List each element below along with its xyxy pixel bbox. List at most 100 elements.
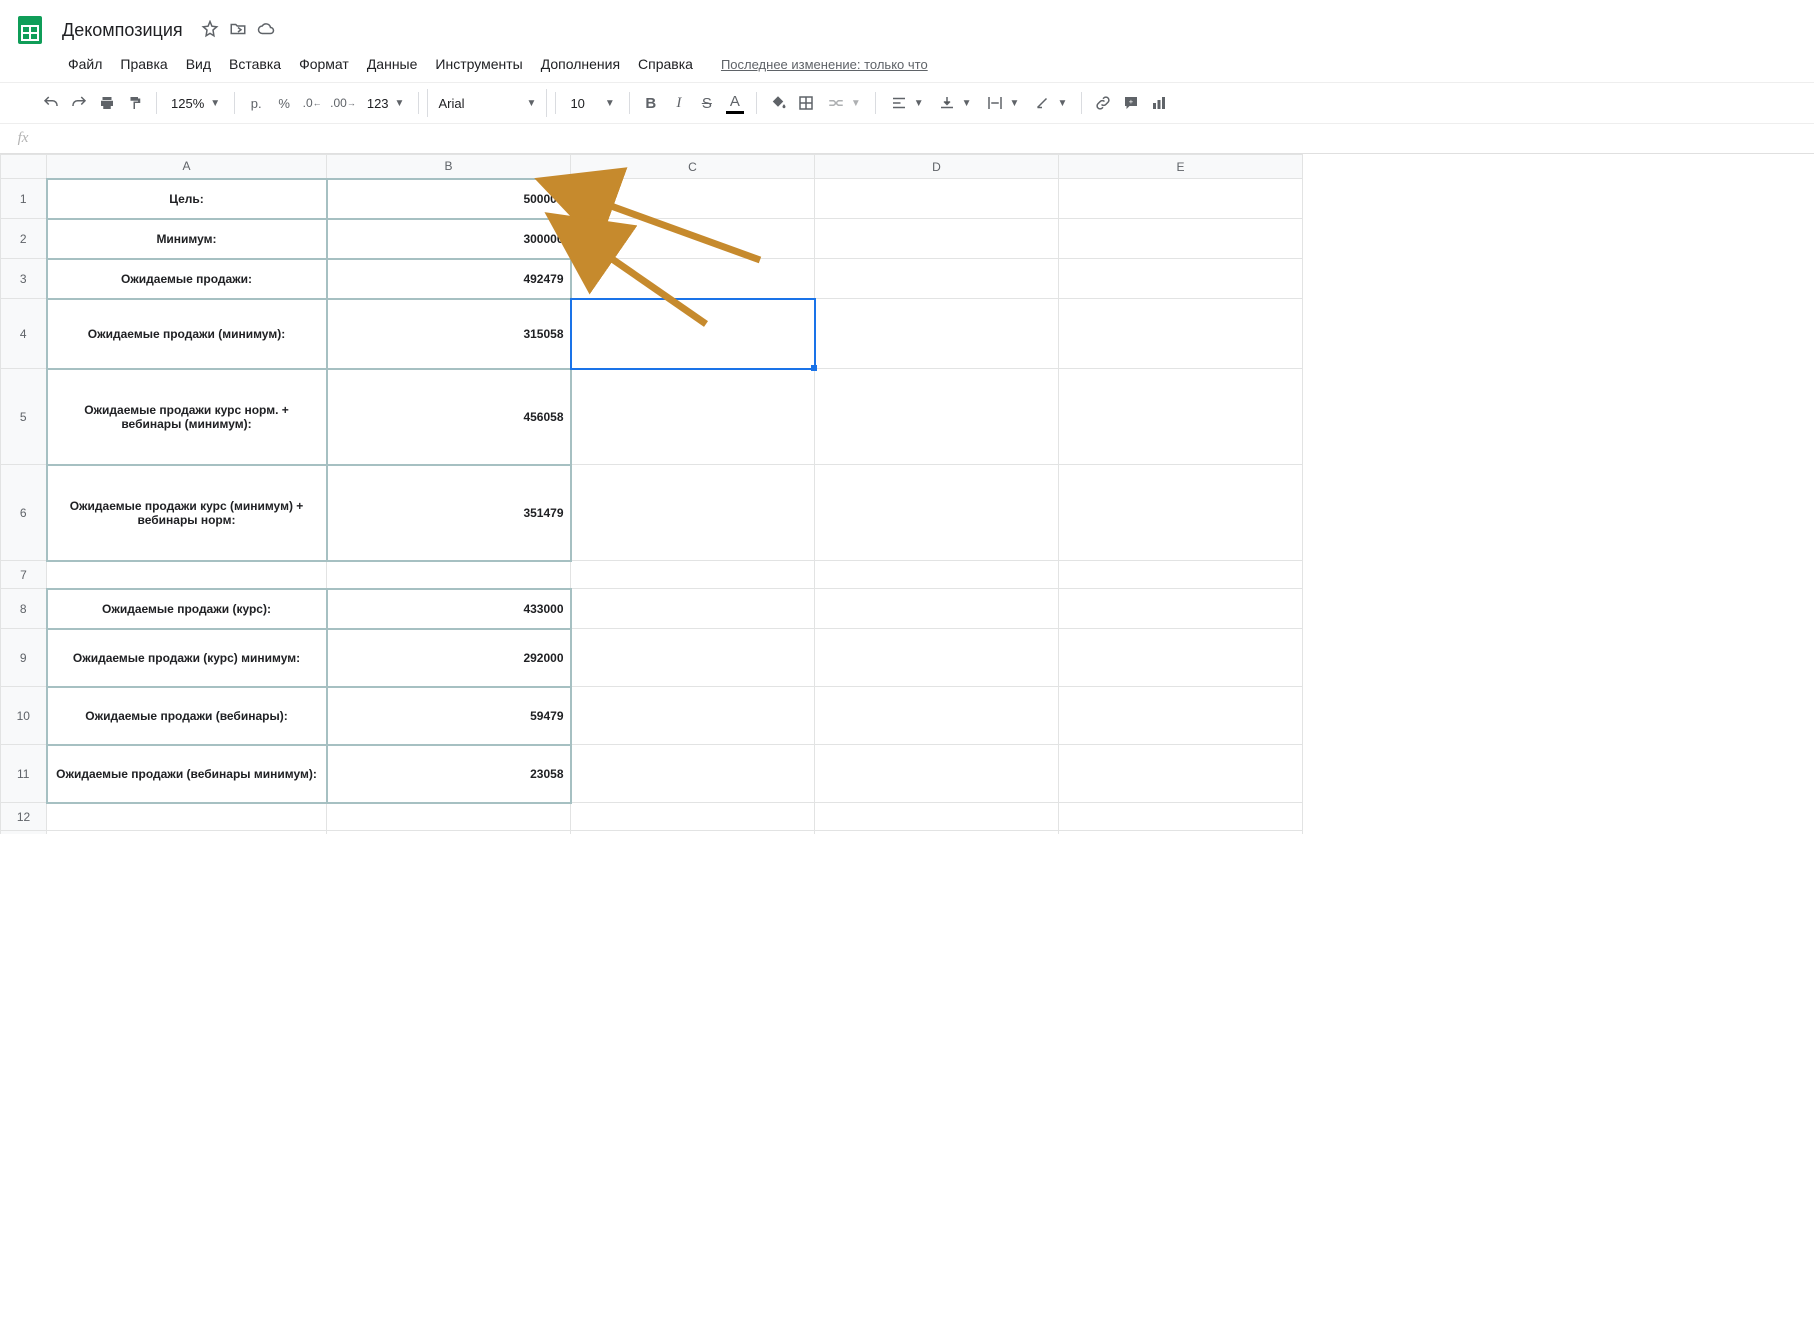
cell-a5[interactable]: Ожидаемые продажи курс норм. + вебинары … (47, 369, 327, 465)
cell-a2[interactable]: Минимум: (47, 219, 327, 259)
cell-d13[interactable] (815, 831, 1059, 835)
cell-c4[interactable] (571, 299, 815, 369)
col-header-a[interactable]: A (47, 155, 327, 179)
cell-d5[interactable] (815, 369, 1059, 465)
cell-d10[interactable] (815, 687, 1059, 745)
menu-view[interactable]: Вид (178, 52, 219, 76)
decrease-decimal-button[interactable]: .0← (299, 89, 325, 117)
cell-a6[interactable]: Ожидаемые продажи курс (минимум) + вебин… (47, 465, 327, 561)
cell-a7[interactable] (47, 561, 327, 589)
cell-a13[interactable] (47, 831, 327, 835)
cell-e5[interactable] (1059, 369, 1303, 465)
cell-d6[interactable] (815, 465, 1059, 561)
text-color-button[interactable]: A (722, 89, 748, 117)
row-header[interactable]: 5 (1, 369, 47, 465)
cell-a12[interactable] (47, 803, 327, 831)
valign-button[interactable]: ▼ (932, 89, 978, 117)
cell-b7[interactable] (327, 561, 571, 589)
row-header[interactable]: 4 (1, 299, 47, 369)
cell-a4[interactable]: Ожидаемые продажи (минимум): (47, 299, 327, 369)
italic-button[interactable]: I (666, 89, 692, 117)
doc-title[interactable]: Декомпозиция (56, 18, 189, 43)
cell-c10[interactable] (571, 687, 815, 745)
halign-button[interactable]: ▼ (884, 89, 930, 117)
row-header[interactable]: 12 (1, 803, 47, 831)
cell-a11[interactable]: Ожидаемые продажи (вебинары минимум): (47, 745, 327, 803)
cell-b8[interactable]: 433000 (327, 589, 571, 629)
cell-d7[interactable] (815, 561, 1059, 589)
col-header-d[interactable]: D (815, 155, 1059, 179)
cell-e2[interactable] (1059, 219, 1303, 259)
row-header[interactable]: 7 (1, 561, 47, 589)
menu-file[interactable]: Файл (60, 52, 110, 76)
cell-d12[interactable] (815, 803, 1059, 831)
undo-button[interactable] (38, 89, 64, 117)
spreadsheet[interactable]: A B C D E 1Цель:5000002Минимум:3000003Ож… (0, 154, 1814, 834)
cell-c9[interactable] (571, 629, 815, 687)
cell-b6[interactable]: 351479 (327, 465, 571, 561)
row-header[interactable]: 6 (1, 465, 47, 561)
font-size-select[interactable]: 10▼ (564, 89, 620, 117)
cell-b12[interactable] (327, 803, 571, 831)
cell-b13[interactable] (327, 831, 571, 835)
row-header[interactable]: 8 (1, 589, 47, 629)
cloud-icon[interactable] (257, 20, 275, 41)
cell-d11[interactable] (815, 745, 1059, 803)
cell-b5[interactable]: 456058 (327, 369, 571, 465)
cell-e7[interactable] (1059, 561, 1303, 589)
row-header[interactable]: 2 (1, 219, 47, 259)
formula-input[interactable] (46, 125, 1814, 152)
cell-a9[interactable]: Ожидаемые продажи (курс) минимум: (47, 629, 327, 687)
cell-c5[interactable] (571, 369, 815, 465)
row-header[interactable]: 10 (1, 687, 47, 745)
menu-tools[interactable]: Инструменты (427, 52, 530, 76)
row-header[interactable]: 11 (1, 745, 47, 803)
cell-c8[interactable] (571, 589, 815, 629)
cell-d8[interactable] (815, 589, 1059, 629)
last-edit[interactable]: Последнее изменение: только что (721, 57, 928, 72)
wrap-button[interactable]: ▼ (980, 89, 1026, 117)
cell-e10[interactable] (1059, 687, 1303, 745)
cell-c1[interactable] (571, 179, 815, 219)
cell-e3[interactable] (1059, 259, 1303, 299)
redo-button[interactable] (66, 89, 92, 117)
cell-c13[interactable] (571, 831, 815, 835)
cell-b11[interactable]: 23058 (327, 745, 571, 803)
menu-format[interactable]: Формат (291, 52, 357, 76)
cell-d2[interactable] (815, 219, 1059, 259)
number-format-select[interactable]: 123▼ (361, 89, 411, 117)
row-header[interactable]: 9 (1, 629, 47, 687)
cell-c2[interactable] (571, 219, 815, 259)
cell-b3[interactable]: 492479 (327, 259, 571, 299)
cell-a3[interactable]: Ожидаемые продажи: (47, 259, 327, 299)
cell-d9[interactable] (815, 629, 1059, 687)
chart-button[interactable] (1146, 89, 1172, 117)
bold-button[interactable]: B (638, 89, 664, 117)
cell-c11[interactable] (571, 745, 815, 803)
cell-b10[interactable]: 59479 (327, 687, 571, 745)
cell-c7[interactable] (571, 561, 815, 589)
cell-b2[interactable]: 300000 (327, 219, 571, 259)
fill-color-button[interactable] (765, 89, 791, 117)
link-button[interactable] (1090, 89, 1116, 117)
cell-e1[interactable] (1059, 179, 1303, 219)
borders-button[interactable] (793, 89, 819, 117)
currency-button[interactable]: р. (243, 89, 269, 117)
merge-button[interactable]: ▼ (821, 89, 867, 117)
cell-e4[interactable] (1059, 299, 1303, 369)
zoom-select[interactable]: 125%▼ (165, 89, 226, 117)
cell-c3[interactable] (571, 259, 815, 299)
paint-format-button[interactable] (122, 89, 148, 117)
cell-e9[interactable] (1059, 629, 1303, 687)
increase-decimal-button[interactable]: .00→ (327, 89, 359, 117)
cell-e12[interactable] (1059, 803, 1303, 831)
cell-a8[interactable]: Ожидаемые продажи (курс): (47, 589, 327, 629)
cell-c12[interactable] (571, 803, 815, 831)
select-all-corner[interactable] (1, 155, 47, 179)
move-icon[interactable] (229, 20, 247, 41)
cell-b9[interactable]: 292000 (327, 629, 571, 687)
comment-button[interactable]: + (1118, 89, 1144, 117)
rotate-button[interactable]: ▼ (1027, 89, 1073, 117)
sheets-logo[interactable] (12, 12, 48, 48)
cell-e6[interactable] (1059, 465, 1303, 561)
